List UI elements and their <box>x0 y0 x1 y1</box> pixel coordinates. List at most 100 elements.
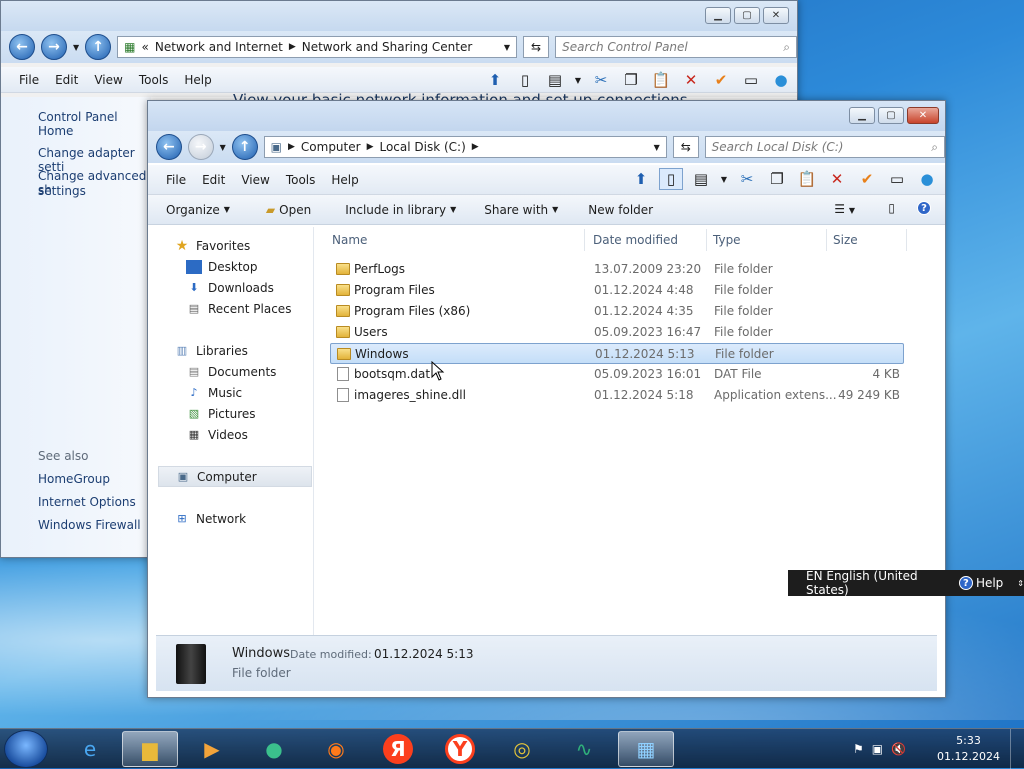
snake-icon[interactable]: ∿ <box>556 731 612 767</box>
new-folder-button[interactable]: New folder <box>580 203 661 217</box>
up-button[interactable]: ↑ <box>85 34 112 60</box>
back-button[interactable]: ← <box>156 134 182 160</box>
nav-libraries[interactable]: ▥ Libraries <box>174 340 313 361</box>
help-icon[interactable]: ? <box>917 201 931 215</box>
up-folder-icon[interactable]: ⬆ <box>483 69 507 91</box>
media-player-icon[interactable]: ▶ <box>184 731 240 767</box>
globe-icon[interactable]: ● <box>915 168 939 190</box>
delete-icon[interactable]: ✕ <box>825 168 849 190</box>
up-button[interactable]: ↑ <box>231 134 258 160</box>
views-icon[interactable]: ▤ <box>543 69 567 91</box>
language-bar[interactable]: EN English (United States) ? Help ⇕ <box>788 569 1024 597</box>
show-desktop-button[interactable] <box>1010 729 1024 769</box>
forward-button[interactable]: → <box>187 134 214 160</box>
pane-icon[interactable]: ▯ <box>659 168 683 190</box>
menu-view[interactable]: View <box>233 173 277 187</box>
globe-icon[interactable]: ● <box>246 731 302 767</box>
maximize-button[interactable]: ▢ <box>734 7 760 24</box>
col-type[interactable]: Type <box>713 233 741 247</box>
nav-downloads[interactable]: ⬇ Downloads <box>186 277 313 298</box>
search-icon[interactable]: ⌕ <box>931 140 938 155</box>
col-date-modified[interactable]: Date modified <box>593 233 678 247</box>
paste-icon[interactable]: 📋 <box>795 168 819 190</box>
breadcrumb-network-internet[interactable]: Network and Internet <box>155 40 283 54</box>
up-folder-icon[interactable]: ⬆ <box>629 168 653 190</box>
network-tray-icon[interactable]: ▣ <box>872 742 883 756</box>
nav-recent-places[interactable]: ▤ Recent Places <box>186 298 313 319</box>
explorer-window[interactable]: ▁ ▢ ✕ ← → ▼ ↑ ▣ ▶ Computer ▶ Local Disk … <box>147 100 946 698</box>
pane-icon[interactable]: ▯ <box>513 69 537 91</box>
menu-edit[interactable]: Edit <box>194 173 233 187</box>
address-bar[interactable]: ▦ « Network and Internet ▶ Network and S… <box>117 36 518 58</box>
properties-icon[interactable]: ▭ <box>885 168 909 190</box>
minimize-button[interactable]: ▁ <box>705 7 731 24</box>
menu-file[interactable]: File <box>11 73 47 87</box>
menu-view[interactable]: View <box>86 73 130 87</box>
menu-file[interactable]: File <box>158 173 194 187</box>
file-row[interactable]: imageres_shine.dll 01.12.2024 5:18 Applica… <box>330 385 904 406</box>
paste-icon[interactable]: 📋 <box>649 69 673 91</box>
file-row[interactable]: Program Files (x86) 01.12.2024 4:35 File f… <box>330 301 904 322</box>
chevron-down-icon[interactable]: ▼ <box>654 143 660 152</box>
forward-button[interactable]: → <box>41 34 67 60</box>
yandex-browser-icon[interactable]: Y <box>432 731 488 767</box>
file-row[interactable]: Program Files 01.12.2024 4:48 File folder <box>330 280 904 301</box>
col-size[interactable]: Size <box>833 233 858 247</box>
menu-tools[interactable]: Tools <box>278 173 324 187</box>
refresh-button[interactable]: ⇆ <box>672 136 699 158</box>
properties-icon[interactable]: ▭ <box>739 69 763 91</box>
internet-options-link[interactable]: Internet Options <box>38 495 136 509</box>
clock[interactable]: 5:33 01.12.2024 <box>937 733 1000 765</box>
refresh-button[interactable]: ⇆ <box>523 36 550 58</box>
breadcrumb-local-disk[interactable]: Local Disk (C:) <box>379 140 465 154</box>
check-icon[interactable]: ✔ <box>855 168 879 190</box>
search-icon[interactable]: ⌕ <box>783 40 790 55</box>
control-panel-titlebar[interactable]: ▁ ▢ ✕ <box>1 1 797 31</box>
file-row[interactable]: bootsqm.dat 05.09.2023 16:01 DAT File 4 KB <box>330 364 904 385</box>
nav-desktop[interactable]: Desktop <box>186 256 313 277</box>
language-bar-options-icon[interactable]: ⇕ <box>1017 579 1024 588</box>
file-row[interactable]: Windows 01.12.2024 5:13 File folder <box>330 343 904 364</box>
check-icon[interactable]: ✔ <box>709 69 733 91</box>
maximize-button[interactable]: ▢ <box>878 107 904 124</box>
close-button[interactable]: ✕ <box>763 7 789 24</box>
breadcrumb-computer[interactable]: Computer <box>301 140 361 154</box>
col-name[interactable]: Name <box>332 233 367 247</box>
open-button[interactable]: ▰ Open <box>258 203 319 217</box>
nav-videos[interactable]: ▦ Videos <box>186 424 313 445</box>
explorer-titlebar[interactable]: ▁ ▢ ✕ <box>148 101 945 131</box>
nav-documents[interactable]: ▤ Documents <box>186 361 313 382</box>
include-library-button[interactable]: Include in library ▼ <box>337 203 464 217</box>
breadcrumb-sharing-center[interactable]: Network and Sharing Center <box>302 40 473 54</box>
nav-network[interactable]: ⊞ Network <box>174 508 313 529</box>
volume-muted-icon[interactable]: 🔇 <box>891 742 906 756</box>
menu-help[interactable]: Help <box>323 173 366 187</box>
back-button[interactable]: ← <box>9 34 35 60</box>
menu-help[interactable]: Help <box>176 73 219 87</box>
control-panel-icon[interactable]: ▦ <box>618 731 674 767</box>
cut-icon[interactable]: ✂ <box>589 69 613 91</box>
chevron-down-icon[interactable]: ▼ <box>719 168 729 190</box>
start-button[interactable] <box>4 730 48 768</box>
organize-button[interactable]: Organize ▼ <box>158 203 238 217</box>
chrome-icon[interactable]: ◎ <box>494 731 550 767</box>
flag-icon[interactable]: ⚑ <box>853 742 864 756</box>
preview-pane-icon[interactable]: ▯ <box>888 201 895 215</box>
address-bar[interactable]: ▣ ▶ Computer ▶ Local Disk (C:) ▶ ▼ <box>263 136 667 158</box>
windows-firewall-link[interactable]: Windows Firewall <box>38 518 141 532</box>
file-row[interactable]: PerfLogs 13.07.2009 23:20 File folder <box>330 259 904 280</box>
globe-icon[interactable]: ● <box>769 69 793 91</box>
views-icon[interactable]: ▤ <box>689 168 713 190</box>
explorer-icon[interactable]: ▆ <box>122 731 178 767</box>
language-indicator[interactable]: EN English (United States) <box>806 569 949 597</box>
search-input[interactable]: Search Local Disk (C:) ⌕ <box>704 136 945 158</box>
nav-music[interactable]: ♪ Music <box>186 382 313 403</box>
language-help[interactable]: ? Help <box>958 576 1003 590</box>
recent-pages-icon[interactable]: ▼ <box>220 143 226 152</box>
minimize-button[interactable]: ▁ <box>849 107 875 124</box>
nav-pictures[interactable]: ▧ Pictures <box>186 403 313 424</box>
firefox-icon[interactable]: ◉ <box>308 731 364 767</box>
cp-home-link[interactable]: Control Panel Home <box>38 110 151 138</box>
delete-icon[interactable]: ✕ <box>679 69 703 91</box>
chevron-down-icon[interactable]: ▼ <box>573 69 583 91</box>
